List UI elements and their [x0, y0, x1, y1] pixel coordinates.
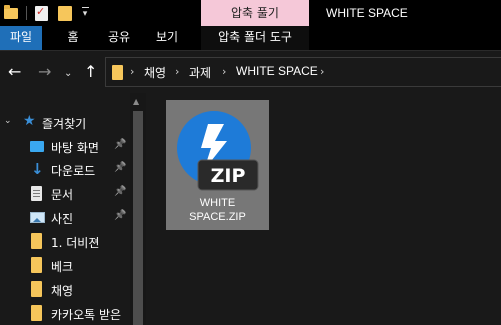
breadcrumb-separator-icon[interactable]: › [175, 65, 179, 78]
sidebar-item-downloads[interactable]: ↓ 다운로드 📌 [0, 158, 130, 181]
bandizip-zip-icon: ZIP [177, 111, 259, 191]
sidebar-item-pictures[interactable]: 사진 📌 [0, 206, 130, 229]
tab-share[interactable]: 공유 [101, 26, 137, 50]
scroll-up-arrow-icon[interactable]: ▲ [133, 97, 139, 106]
properties-icon[interactable] [35, 5, 48, 21]
pin-icon[interactable]: 📌 [114, 210, 126, 221]
ribbon-tabs: 파일 홈 공유 보기 압축 폴더 도구 [0, 26, 501, 50]
breadcrumb-separator-icon[interactable]: › [320, 65, 324, 78]
navigation-pane: ⌄ ★ 즐겨찾기 바탕 화면 📌 ↓ 다운로드 📌 문서 📌 사진 📌 1. 더… [0, 93, 145, 325]
breadcrumb-item[interactable]: WHITE SPACE [236, 64, 318, 78]
sidebar-item-folder[interactable]: 채영 [0, 278, 130, 301]
new-folder-icon[interactable] [58, 5, 72, 21]
file-name: WHITE SPACE.ZIP [166, 196, 269, 224]
tab-home[interactable]: 홈 [55, 26, 91, 50]
sidebar-item-documents[interactable]: 문서 📌 [0, 182, 130, 205]
tab-file[interactable]: 파일 [0, 26, 42, 50]
scrollbar-thumb[interactable] [133, 111, 143, 325]
breadcrumb-separator-icon[interactable]: › [222, 65, 226, 78]
qat-divider [26, 6, 27, 20]
folder-icon [31, 257, 42, 273]
document-icon [31, 186, 42, 201]
sidebar-item-folder[interactable]: 베크 [0, 254, 130, 277]
sidebar-item-quick-access[interactable]: ⌄ ★ 즐겨찾기 [0, 111, 130, 134]
sidebar-item-label: 1. 더비젼 [51, 236, 100, 250]
pin-icon[interactable]: 📌 [114, 162, 126, 173]
sidebar-item-desktop[interactable]: 바탕 화면 📌 [0, 135, 130, 158]
file-item[interactable]: ZIP WHITE SPACE.ZIP [166, 100, 269, 230]
expand-chevron-icon[interactable]: ⌄ [4, 116, 12, 126]
folder-icon [112, 65, 123, 80]
sidebar-item-folder[interactable]: 카카오톡 받은 [0, 302, 130, 325]
file-name-line: WHITE [199, 197, 236, 209]
breadcrumb-item[interactable]: 채영 [144, 64, 166, 81]
pin-icon[interactable]: 📌 [114, 139, 126, 150]
forward-arrow-icon[interactable]: → [38, 64, 51, 80]
zip-badge-text: ZIP [211, 165, 246, 187]
tab-compressed-folder-tools[interactable]: 압축 폴더 도구 [201, 26, 309, 50]
sidebar-item-label: 바탕 화면 [51, 141, 99, 155]
star-icon: ★ [23, 113, 36, 129]
folder-icon [31, 305, 42, 321]
customize-qat-icon[interactable]: ▾ [80, 7, 90, 19]
sidebar-item-label: 채영 [51, 284, 74, 298]
up-arrow-icon[interactable]: ↑ [84, 64, 97, 80]
quick-access-toolbar: ▾ [4, 4, 90, 22]
breadcrumb-separator-icon[interactable]: › [130, 65, 134, 78]
sidebar-item-label: 다운로드 [51, 164, 96, 178]
desktop-icon [30, 141, 44, 152]
folder-icon [31, 233, 42, 249]
sidebar-item-label: 문서 [51, 188, 74, 202]
pictures-icon [30, 212, 45, 223]
sidebar-item-label: 베크 [51, 260, 74, 274]
sidebar-item-label: 사진 [51, 212, 74, 226]
window-title: WHITE SPACE [326, 6, 408, 20]
folder-icon [4, 4, 18, 19]
pin-icon[interactable]: 📌 [114, 186, 126, 197]
breadcrumb-item[interactable]: 과제 [189, 64, 211, 81]
sidebar-item-folder[interactable]: 1. 더비젼 [0, 230, 130, 253]
file-name-line: SPACE.ZIP [189, 211, 246, 223]
back-arrow-icon[interactable]: ← [8, 64, 21, 80]
context-tab-extract[interactable]: 압축 풀기 [201, 0, 309, 26]
sidebar-scrollbar[interactable]: ▲ [130, 93, 146, 325]
download-icon: ↓ [31, 160, 44, 178]
tab-view[interactable]: 보기 [149, 26, 185, 50]
folder-icon [31, 281, 42, 297]
sidebar-item-label: 카카오톡 받은 [51, 308, 122, 322]
recent-locations-chevron-icon[interactable]: ⌄ [64, 66, 72, 82]
sidebar-item-label: 즐겨찾기 [42, 117, 87, 131]
address-bar[interactable]: › 채영 › 과제 › WHITE SPACE › [105, 57, 501, 87]
